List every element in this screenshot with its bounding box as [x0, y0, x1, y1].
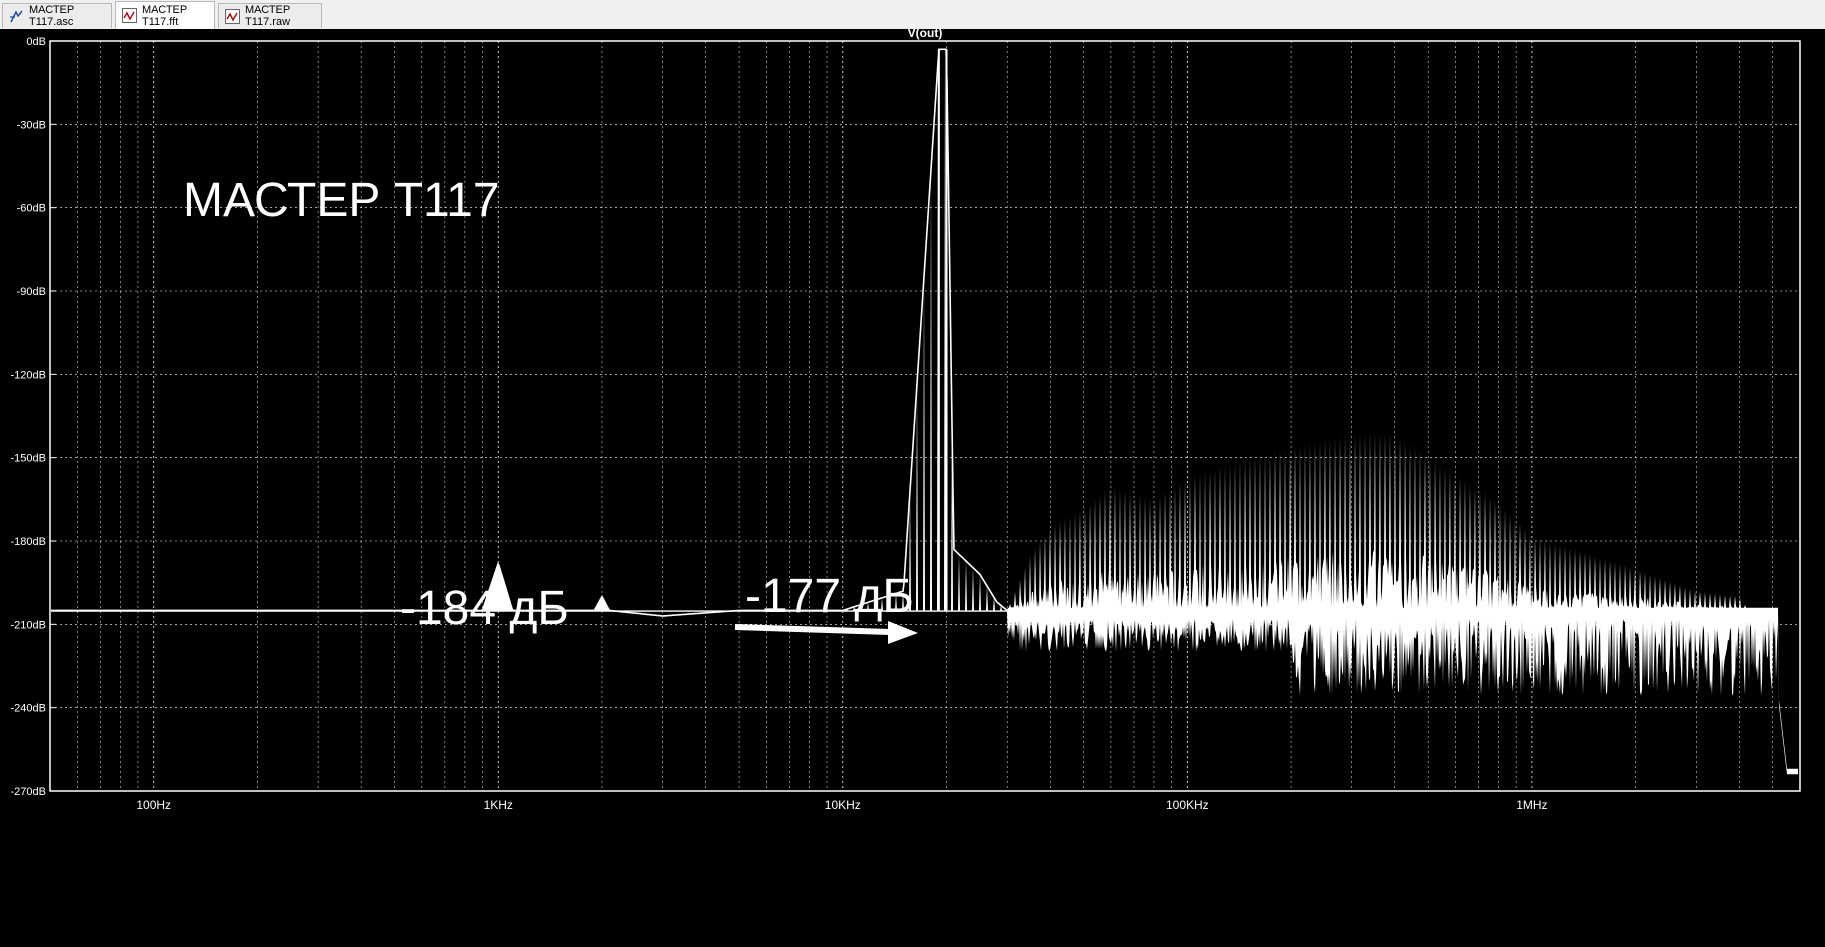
y-tick-label: 0dB — [26, 36, 46, 48]
x-tick-label: 1KHz — [484, 798, 513, 812]
x-tick-label: 10KHz — [825, 798, 861, 812]
y-tick-label: -150dB — [11, 453, 46, 465]
x-axis: 100Hz 1KHz 10KHz 100KHz 1MHz — [136, 798, 1547, 812]
y-tick-label: -90dB — [17, 286, 46, 298]
tab-schematic-asc[interactable]: МАСТЕР Т117.asc — [2, 3, 112, 28]
tab-label: МАСТЕР Т117.asc — [29, 4, 75, 28]
y-tick-label: -30dB — [17, 119, 46, 131]
y-tick-label: -60dB — [17, 203, 46, 215]
fft-plot[interactable]: 0dB -30dB -60dB -90dB -120dB -150dB -180dB -210… — [0, 29, 1825, 947]
waveform-icon — [122, 8, 137, 23]
annotation-title: МАСТЕР Т117 — [183, 174, 500, 227]
y-tick-label: -180dB — [11, 536, 46, 548]
annotation-peak-1khz: -184 дБ — [400, 582, 569, 635]
tab-label: МАСТЕР Т117.raw — [245, 4, 291, 28]
trace-spectrum-fill — [51, 49, 1798, 775]
tab-raw[interactable]: МАСТЕР Т117.raw — [218, 3, 322, 28]
x-tick-label: 100KHz — [1166, 798, 1209, 812]
x-tick-label: 100Hz — [136, 798, 171, 812]
schematic-icon — [9, 9, 24, 24]
y-tick-label: -240dB — [11, 703, 46, 715]
y-tick-label: -120dB — [11, 369, 46, 381]
document-tab-bar: МАСТЕР Т117.asc МАСТЕР Т117.fft МАСТЕР Т… — [0, 0, 1825, 30]
x-tick-label: 1MHz — [1516, 798, 1547, 812]
y-axis: 0dB -30dB -60dB -90dB -120dB -150dB -180dB -210… — [11, 36, 56, 798]
trace-spectrum-line — [51, 48, 1008, 617]
waveform-icon — [225, 8, 240, 24]
plot-grid — [49, 41, 1801, 791]
waveform-viewer[interactable]: 0dB -30dB -60dB -90dB -120dB -150dB -180dB -210… — [0, 29, 1825, 947]
y-tick-label: -270dB — [11, 786, 46, 798]
tab-fft[interactable]: МАСТЕР Т117.fft — [115, 1, 215, 29]
y-tick-label: -210dB — [11, 619, 46, 631]
trace-label[interactable]: V(out) — [908, 29, 943, 40]
annotation-peak-20khz: -177 дБ — [745, 570, 914, 623]
plot-frame — [49, 40, 1801, 792]
tab-label: МАСТЕР Т117.fft — [142, 3, 188, 28]
